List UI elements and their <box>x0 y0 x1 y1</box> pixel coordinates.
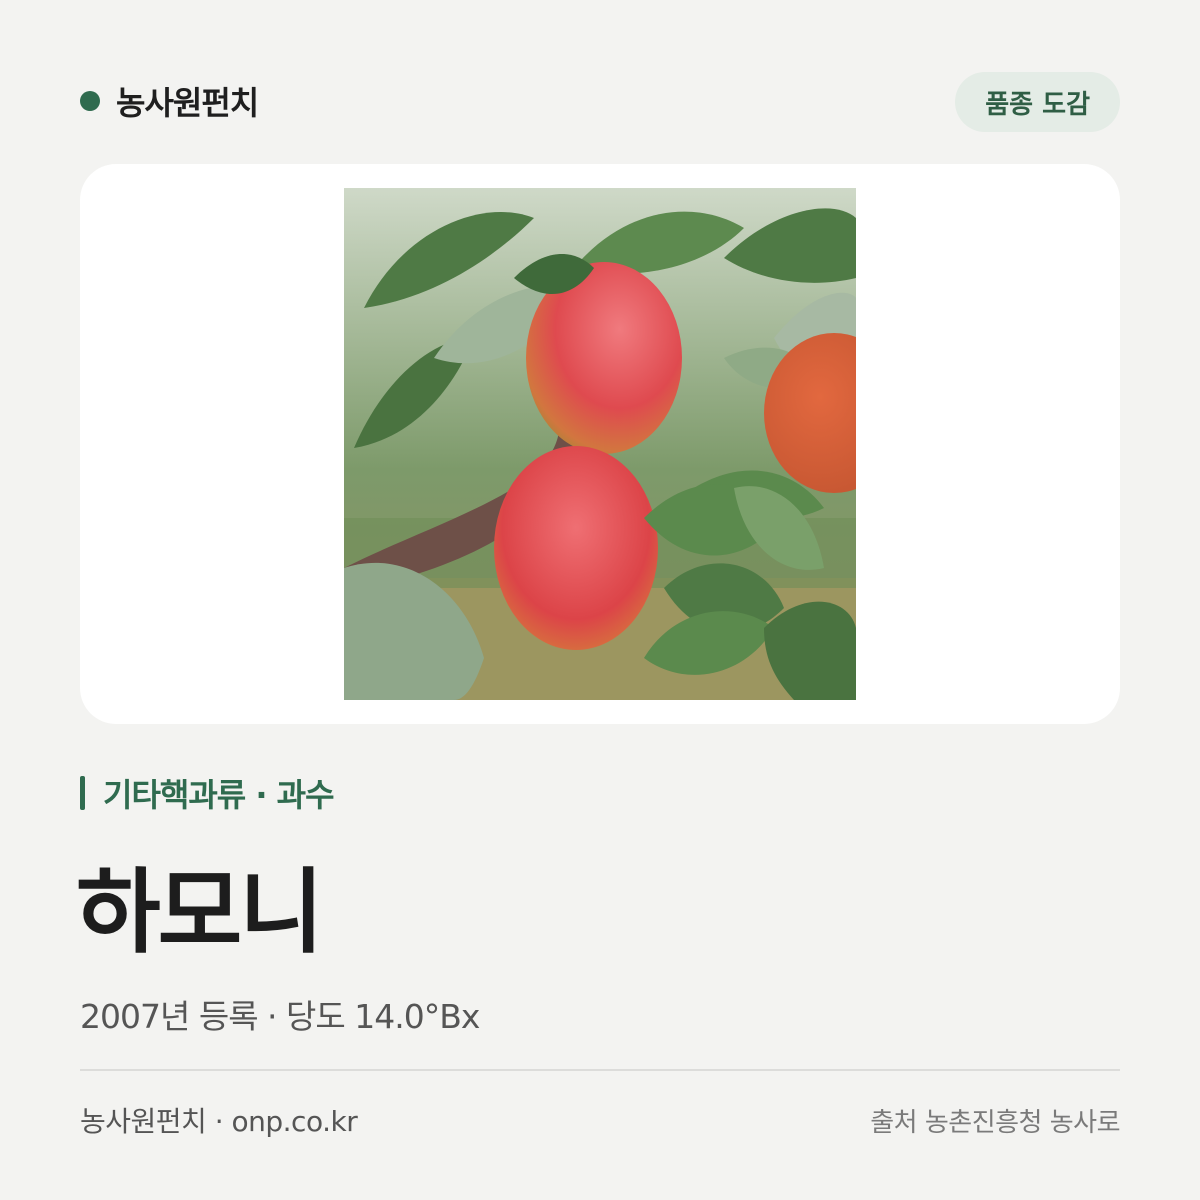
variety-meta: 2007년 등록 · 당도 14.0°Bx <box>80 997 480 1036</box>
catalog-badge: 품종 도감 <box>955 72 1120 132</box>
variety-photo <box>344 188 856 700</box>
brand-name: 농사원펀치 <box>116 84 259 122</box>
footer-source: 출처 농촌진흥청 농사로 <box>870 1108 1120 1138</box>
variety-name: 하모니 <box>76 859 324 966</box>
category-text: 기타핵과류 · 과수 <box>103 776 335 814</box>
footer-site: 농사원펀치 · onp.co.kr <box>80 1105 358 1138</box>
category-bar <box>80 776 85 810</box>
brand: 농사원펀치 <box>80 78 259 124</box>
divider <box>80 1069 1120 1071</box>
brand-dot-icon <box>80 91 100 111</box>
photo-card <box>80 164 1120 724</box>
category-label: 기타핵과류 · 과수 <box>80 770 335 816</box>
